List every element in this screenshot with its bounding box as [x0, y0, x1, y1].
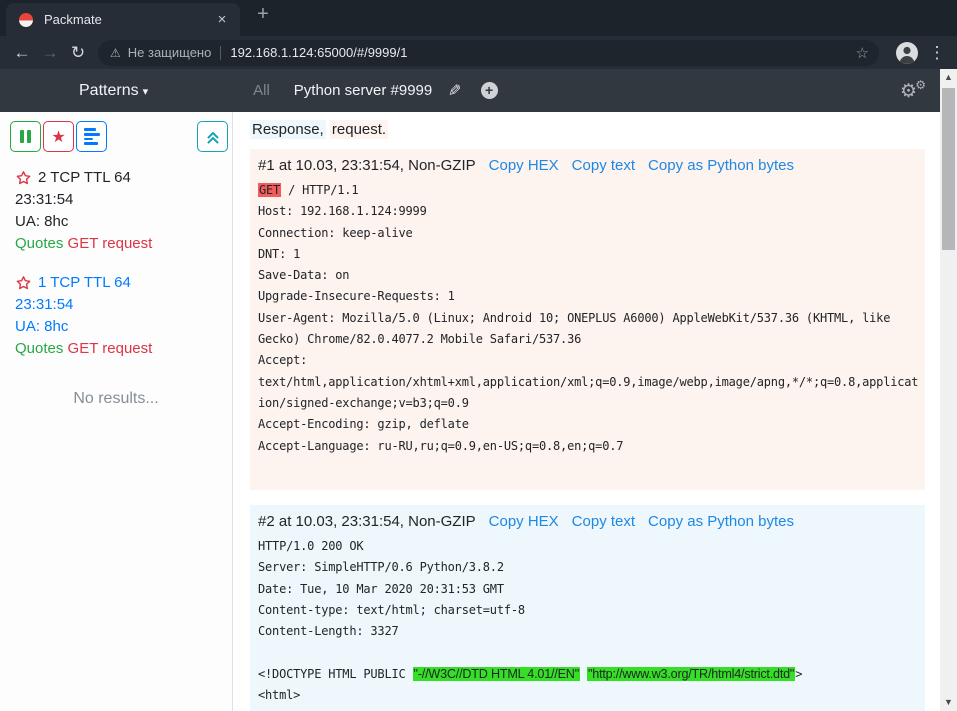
tab-title: Packmate: [44, 12, 212, 27]
stream-item-active[interactable]: 1 TCP TTL 64 23:31:54 UA: 8hc Quotes GET…: [0, 263, 232, 368]
address-bar[interactable]: ⚠ Не защищено 192.168.1.124:65000/#/9999…: [98, 40, 879, 66]
pattern-tabs: All Python server #9999 ✎ +: [253, 81, 498, 101]
angles-up-icon: [206, 130, 220, 144]
forward-icon[interactable]: →: [36, 43, 64, 63]
patterns-label: Patterns: [79, 82, 139, 99]
packet-header-row: #2 at 10.03, 23:31:54, Non-GZIP Copy HEX C…: [258, 510, 917, 536]
list-view-button[interactable]: [76, 121, 107, 152]
highlight-green: "-//W3C//DTD HTML 4.01//EN": [413, 667, 580, 681]
favorite-star-icon[interactable]: [15, 275, 32, 291]
favorites-filter-button[interactable]: ★: [43, 121, 74, 152]
url-text[interactable]: 192.168.1.124:65000/#/9999/1: [230, 45, 849, 60]
new-tab-button[interactable]: +: [250, 4, 276, 30]
content-area: ★ 2 TCP TTL 64 23:31:54 UA: 8hc: [0, 112, 940, 711]
scroll-top-button[interactable]: [197, 121, 228, 152]
app-header: Patterns ▾ All Python server #9999 ✎ + ⚙ …: [0, 69, 940, 112]
legend-response: Response,: [250, 120, 326, 139]
address-separator: [220, 46, 221, 60]
stream-ua: UA: 8hc: [15, 316, 224, 338]
browser-tab[interactable]: Packmate ×: [6, 3, 240, 36]
favorite-star-icon[interactable]: [15, 170, 32, 186]
add-pattern-icon[interactable]: +: [481, 82, 498, 99]
stream-ua: UA: 8hc: [15, 211, 224, 233]
tab-close-icon[interactable]: ×: [212, 10, 232, 30]
bookmark-star-icon[interactable]: ☆: [856, 44, 869, 62]
patterns-menu[interactable]: Patterns ▾: [79, 82, 148, 100]
copy-action-link[interactable]: Copy text: [572, 513, 635, 530]
stream-title-row: 1 TCP TTL 64: [15, 272, 224, 294]
packet-block-response: #2 at 10.03, 23:31:54, Non-GZIP Copy HEX C…: [250, 505, 925, 711]
stream-item[interactable]: 2 TCP TTL 64 23:31:54 UA: 8hc Quotes GET…: [0, 158, 232, 263]
align-left-icon: [84, 128, 100, 144]
pause-button[interactable]: [10, 121, 41, 152]
stream-sidebar: ★ 2 TCP TTL 64 23:31:54 UA: 8hc: [0, 112, 233, 711]
browser-tab-strip: Packmate × +: [0, 0, 957, 36]
tag-quotes: Quotes: [15, 235, 63, 252]
stream-title-row: 2 TCP TTL 64: [15, 167, 224, 189]
packet-list: #1 at 10.03, 23:31:54, Non-GZIP Copy HEX C…: [250, 149, 925, 711]
legend-request: request.: [330, 120, 388, 139]
stream-time: 23:31:54: [15, 294, 224, 316]
security-label[interactable]: Не защищено: [128, 45, 212, 60]
chevron-down-icon: ▾: [143, 86, 149, 98]
no-results-text: No results...: [0, 390, 232, 408]
packet-payload: GET / HTTP/1.1Host: 192.168.1.124:9999Co…: [258, 180, 917, 478]
page-scrollbar[interactable]: ▲ ▼: [940, 69, 957, 711]
browser-menu-icon[interactable]: ⋮: [925, 43, 949, 63]
stream-tags: Quotes GET request: [15, 233, 224, 255]
stream-title: 1 TCP TTL 64: [38, 272, 131, 294]
stream-time: 23:31:54: [15, 189, 224, 211]
scrollbar-down-icon[interactable]: ▼: [940, 695, 957, 710]
edit-pattern-icon[interactable]: ✎: [448, 81, 461, 101]
packet-payload: HTTP/1.0 200 OKServer: SimpleHTTP/0.6 Py…: [258, 536, 917, 706]
profile-avatar[interactable]: [895, 41, 919, 65]
pause-icon: [20, 130, 31, 143]
stream-tags: Quotes GET request: [15, 338, 224, 360]
packet-header-text: #1 at 10.03, 23:31:54, Non-GZIP: [258, 157, 476, 174]
tab-current-pattern[interactable]: Python server #9999: [294, 82, 432, 99]
packet-header-text: #2 at 10.03, 23:31:54, Non-GZIP: [258, 513, 476, 530]
copy-action-link[interactable]: Copy as Python bytes: [648, 513, 794, 530]
stream-detail: Response, request. #1 at 10.03, 23:31:54…: [233, 112, 940, 711]
copy-action-link[interactable]: Copy HEX: [489, 513, 559, 530]
tag-get-request: GET request: [68, 235, 153, 252]
back-icon[interactable]: ←: [8, 43, 36, 63]
tag-quotes: Quotes: [15, 340, 63, 357]
packet-block-request: #1 at 10.03, 23:31:54, Non-GZIP Copy HEX C…: [250, 149, 925, 490]
star-icon: ★: [51, 127, 65, 147]
settings-gears-icon[interactable]: ⚙ ⚙: [900, 80, 926, 102]
highlight-red: GET: [258, 183, 281, 197]
scrollbar-thumb[interactable]: [942, 88, 955, 250]
stream-title: 2 TCP TTL 64: [38, 167, 131, 189]
sidebar-toolbar: ★: [0, 112, 232, 158]
packmate-favicon-icon: [18, 12, 34, 28]
packet-header-row: #1 at 10.03, 23:31:54, Non-GZIP Copy HEX C…: [258, 154, 917, 180]
legend: Response, request.: [250, 121, 925, 138]
copy-action-link[interactable]: Copy as Python bytes: [648, 157, 794, 174]
copy-action-link[interactable]: Copy HEX: [489, 157, 559, 174]
tag-get-request: GET request: [68, 340, 153, 357]
gear-small-icon: ⚙: [915, 78, 926, 92]
scrollbar-up-icon[interactable]: ▲: [940, 70, 957, 85]
tab-all-patterns[interactable]: All: [253, 82, 270, 99]
not-secure-warning-icon: ⚠: [110, 46, 121, 60]
highlight-green: "http://www.w3.org/TR/html4/strict.dtd": [587, 667, 795, 681]
copy-action-link[interactable]: Copy text: [572, 157, 635, 174]
person-icon: [895, 41, 919, 65]
reload-icon[interactable]: ↻: [64, 43, 92, 63]
browser-toolbar: ← → ↻ ⚠ Не защищено 192.168.1.124:65000/…: [0, 36, 957, 69]
